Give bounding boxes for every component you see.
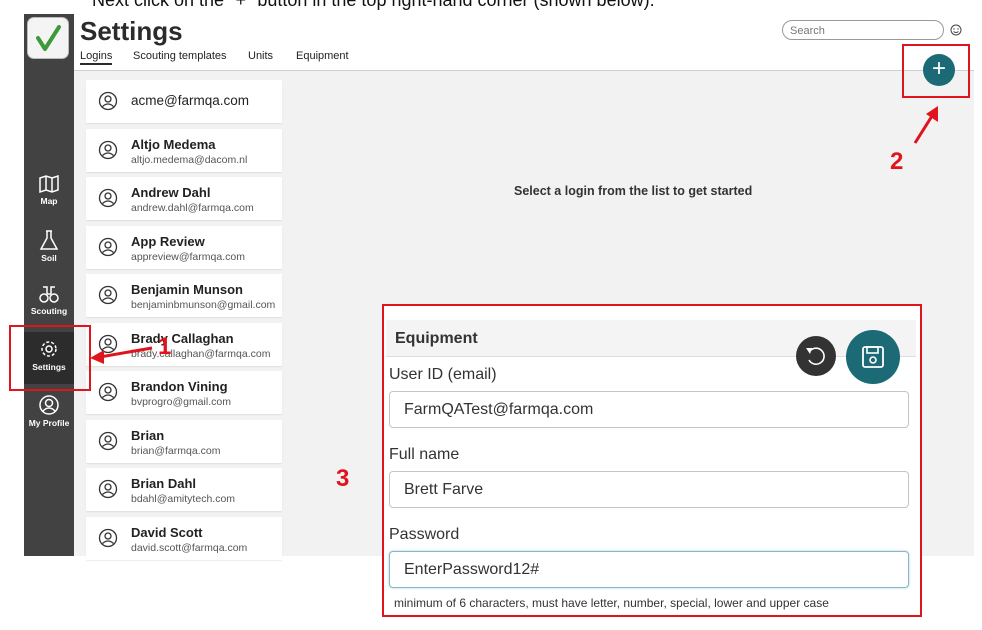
list-item[interactable]: Brady Callaghan brady.callaghan@farmqa.c… bbox=[86, 322, 282, 366]
list-item[interactable]: Andrew Dahl andrew.dahl@farmqa.com bbox=[86, 177, 282, 220]
sidebar-item-my-profile[interactable]: My Profile bbox=[24, 394, 74, 440]
instruction-text: Next click on the "+" button in the top … bbox=[92, 0, 655, 10]
map-icon bbox=[39, 174, 59, 194]
login-name: acme@farmqa.com bbox=[131, 93, 249, 108]
list-item[interactable]: App Review appreview@farmqa.com bbox=[86, 225, 282, 269]
user-circle-icon bbox=[98, 91, 118, 111]
login-email: david.scott@farmqa.com bbox=[131, 541, 248, 554]
sidebar-item-scouting[interactable]: Scouting bbox=[24, 284, 74, 330]
annotation-box-settings bbox=[9, 325, 91, 391]
sidebar-item-soil[interactable]: Soil bbox=[24, 229, 74, 275]
login-name: Benjamin Munson bbox=[131, 282, 243, 297]
user-circle-icon bbox=[98, 237, 118, 256]
list-item[interactable]: Benjamin Munson benjaminbmunson@gmail.co… bbox=[86, 274, 282, 317]
login-email: bvprogro@gmail.com bbox=[131, 396, 231, 408]
sidebar-item-label: Scouting bbox=[30, 306, 68, 316]
app-logo[interactable] bbox=[28, 18, 68, 58]
sidebar-item-label: Map bbox=[40, 196, 58, 206]
page-title: Settings bbox=[80, 16, 183, 46]
login-email: andrew.dahl@farmqa.com bbox=[131, 202, 254, 214]
binoculars-icon bbox=[39, 286, 59, 303]
login-email: brady.callaghan@farmqa.com bbox=[131, 347, 271, 360]
login-name: App Review bbox=[131, 233, 205, 249]
tab-units[interactable]: Units bbox=[248, 50, 273, 62]
list-item[interactable]: Altjo Medema altjo.medema@dacom.nl bbox=[86, 128, 282, 172]
search-input[interactable]: Search bbox=[782, 20, 944, 40]
login-name: David Scott bbox=[131, 524, 203, 540]
login-name: Brandon Vining bbox=[131, 379, 228, 394]
login-name: Brian Dahl bbox=[131, 476, 197, 491]
smiley-icon[interactable] bbox=[950, 24, 962, 36]
login-email: appreview@farmqa.com bbox=[131, 250, 245, 263]
flask-icon bbox=[39, 230, 59, 250]
user-circle-icon bbox=[98, 188, 118, 208]
list-item[interactable]: Brian brian@farmqa.com bbox=[86, 419, 282, 463]
tab-logins[interactable]: Logins bbox=[80, 50, 113, 65]
login-list: acme@farmqa.com Altjo Medema altjo.medem… bbox=[86, 80, 282, 565]
user-circle-icon bbox=[98, 528, 118, 547]
login-name: Andrew Dahl bbox=[131, 185, 211, 200]
user-circle-icon bbox=[98, 334, 118, 353]
annotation-step-2: 2 bbox=[890, 148, 904, 175]
user-circle-icon bbox=[98, 382, 118, 402]
annotation-box-add bbox=[902, 44, 970, 98]
annotation-step-3: 3 bbox=[336, 465, 350, 492]
annotation-step-1: 1 bbox=[158, 333, 172, 360]
user-circle-icon bbox=[98, 285, 118, 305]
list-item[interactable]: acme@farmqa.com bbox=[86, 80, 282, 123]
user-circle-icon bbox=[98, 431, 118, 450]
sidebar: Map Soil Scouting Settings My Profile bbox=[24, 14, 74, 556]
user-circle-icon bbox=[98, 140, 118, 159]
tab-equipment[interactable]: Equipment bbox=[296, 50, 349, 62]
sidebar-item-label: Soil bbox=[41, 253, 57, 263]
user-circle-icon bbox=[39, 395, 59, 415]
login-name: Brian bbox=[131, 427, 165, 443]
login-email: benjaminbmunson@gmail.com bbox=[131, 299, 276, 311]
annotation-box-form bbox=[382, 304, 922, 617]
list-item[interactable]: David Scott david.scott@farmqa.com bbox=[86, 516, 282, 560]
sidebar-item-label: My Profile bbox=[28, 418, 70, 428]
list-item[interactable]: Brandon Vining bvprogro@gmail.com bbox=[86, 371, 282, 414]
login-email: bdahl@amitytech.com bbox=[131, 493, 236, 505]
list-item[interactable]: Brian Dahl bdahl@amitytech.com bbox=[86, 468, 282, 511]
tab-scouting-templates[interactable]: Scouting templates bbox=[133, 50, 227, 62]
sidebar-item-map[interactable]: Map bbox=[24, 174, 74, 220]
checkmark-logo-icon bbox=[36, 25, 61, 51]
empty-state-message: Select a login from the list to get star… bbox=[514, 184, 753, 198]
user-circle-icon bbox=[98, 479, 118, 499]
header: Settings Logins Scouting templates Units… bbox=[74, 14, 974, 71]
login-name: Altjo Medema bbox=[131, 136, 216, 152]
login-name: Brady Callaghan bbox=[131, 330, 234, 346]
login-email: altjo.medema@dacom.nl bbox=[131, 153, 248, 166]
login-email: brian@farmqa.com bbox=[131, 444, 221, 457]
